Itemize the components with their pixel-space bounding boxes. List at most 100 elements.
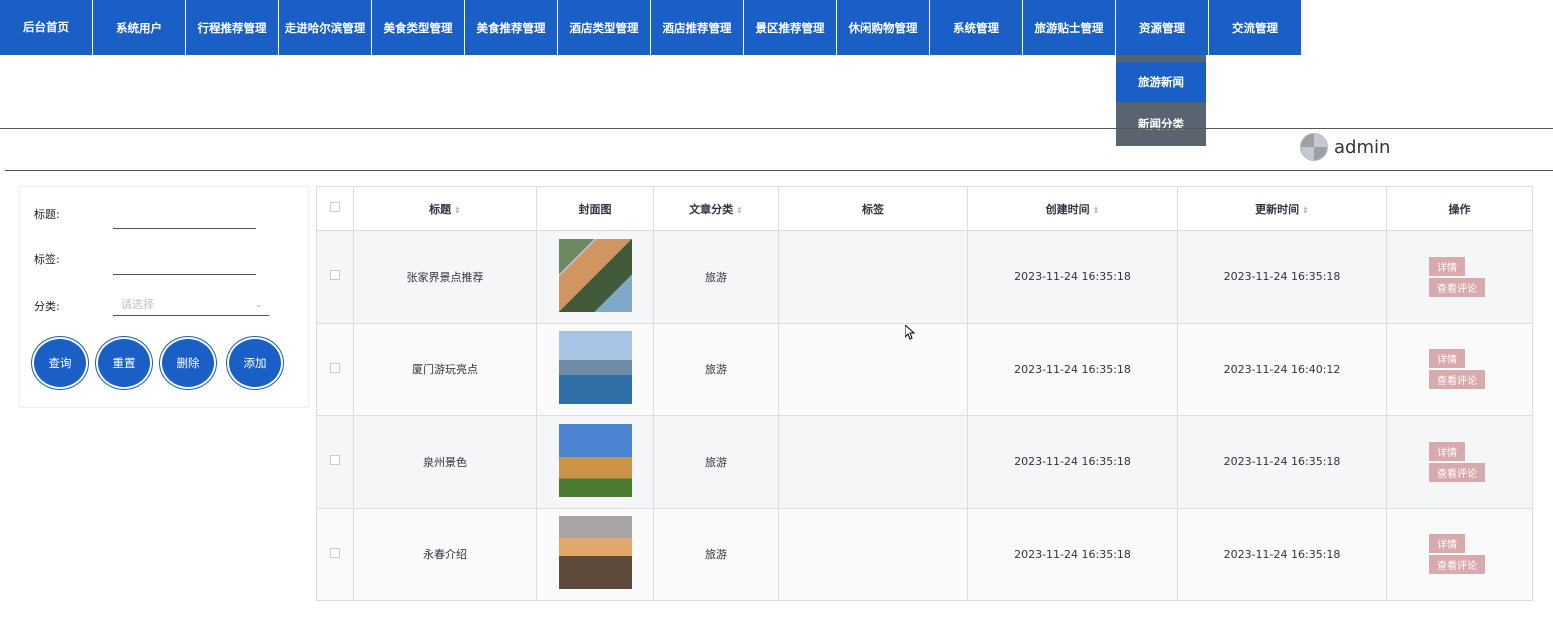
cover-image bbox=[558, 516, 632, 590]
row-select[interactable] bbox=[316, 230, 354, 324]
row-select[interactable] bbox=[316, 322, 354, 416]
nav-travel-tips[interactable]: 旅游贴士管理 bbox=[1023, 0, 1115, 55]
detail-button[interactable]: 详情 bbox=[1429, 256, 1465, 276]
sort-icon[interactable]: ⇕ bbox=[1302, 206, 1309, 215]
header-actions: 操作 bbox=[1386, 186, 1533, 231]
row-actions: 详情 查看评论 bbox=[1386, 322, 1533, 416]
row-updated: 2023-11-24 16:35:18 bbox=[1177, 415, 1387, 509]
row-select[interactable] bbox=[316, 415, 354, 509]
row-title: 厦门游玩亮点 bbox=[353, 322, 537, 416]
nav-home[interactable]: 后台首页 bbox=[0, 0, 92, 55]
sort-icon[interactable]: ⇕ bbox=[1093, 206, 1100, 215]
nav-scenic-recommend[interactable]: 景区推荐管理 bbox=[744, 0, 836, 55]
data-table: 标题 ⇕ 封面图 文章分类 ⇕ 标签 创建时间 ⇕ 更新时间 ⇕ 操作 张家界景点推荐 … bbox=[316, 186, 1533, 601]
cover-image bbox=[558, 331, 632, 405]
row-category: 旅游 bbox=[653, 322, 779, 416]
dropdown-item-travel-news[interactable]: 旅游新闻 bbox=[1116, 62, 1206, 102]
row-select[interactable] bbox=[316, 507, 354, 601]
row-category: 旅游 bbox=[653, 507, 779, 601]
row-created: 2023-11-24 16:35:18 bbox=[967, 415, 1178, 509]
table-row: 张家界景点推荐 旅游 2023-11-24 16:35:18 2023-11-2… bbox=[316, 230, 1533, 324]
select-all-cell[interactable] bbox=[316, 186, 354, 231]
nav-exchange[interactable]: 交流管理 bbox=[1209, 0, 1301, 55]
detail-button[interactable]: 详情 bbox=[1429, 349, 1465, 369]
row-checkbox[interactable] bbox=[330, 362, 340, 373]
row-updated: 2023-11-24 16:35:18 bbox=[1177, 230, 1387, 324]
row-checkbox[interactable] bbox=[330, 270, 340, 281]
chevron-down-icon: ⌄ bbox=[254, 299, 263, 310]
row-title: 泉州景色 bbox=[353, 415, 537, 509]
row-tag bbox=[778, 230, 968, 324]
sort-icon[interactable]: ⇕ bbox=[736, 206, 743, 215]
table-header-row: 标题 ⇕ 封面图 文章分类 ⇕ 标签 创建时间 ⇕ 更新时间 ⇕ 操作 bbox=[316, 186, 1533, 231]
dropdown-cap bbox=[1116, 55, 1206, 62]
row-actions: 详情 查看评论 bbox=[1386, 415, 1533, 509]
row-cover bbox=[536, 230, 654, 324]
detail-button[interactable]: 详情 bbox=[1429, 441, 1465, 461]
table-row: 永春介绍 旅游 2023-11-24 16:35:18 2023-11-24 1… bbox=[316, 507, 1533, 601]
view-comments-button[interactable]: 查看评论 bbox=[1429, 555, 1485, 575]
row-updated: 2023-11-24 16:35:18 bbox=[1177, 507, 1387, 601]
row-created: 2023-11-24 16:35:18 bbox=[967, 322, 1178, 416]
header-created[interactable]: 创建时间 ⇕ bbox=[967, 186, 1178, 231]
nav-system-manage[interactable]: 系统管理 bbox=[930, 0, 1022, 55]
view-comments-button[interactable]: 查看评论 bbox=[1429, 370, 1485, 390]
category-label: 分类: bbox=[34, 300, 60, 313]
cover-image bbox=[558, 238, 632, 312]
select-all-checkbox[interactable] bbox=[330, 202, 340, 212]
row-actions: 详情 查看评论 bbox=[1386, 507, 1533, 601]
nav-resources[interactable]: 资源管理 bbox=[1116, 0, 1208, 55]
row-updated: 2023-11-24 16:40:12 bbox=[1177, 322, 1387, 416]
header-title[interactable]: 标题 ⇕ bbox=[353, 186, 537, 231]
add-button[interactable]: 添加 bbox=[227, 337, 283, 389]
title-input[interactable] bbox=[113, 228, 256, 229]
nav-food-type[interactable]: 美食类型管理 bbox=[372, 0, 464, 55]
header-category[interactable]: 文章分类 ⇕ bbox=[653, 186, 779, 231]
reset-button[interactable]: 重置 bbox=[96, 337, 152, 389]
dropdown-item-news-category[interactable]: 新闻分类 bbox=[1116, 102, 1206, 146]
divider-bottom bbox=[5, 170, 1553, 171]
query-button[interactable]: 查询 bbox=[32, 337, 88, 389]
row-tag bbox=[778, 415, 968, 509]
table-row: 厦门游玩亮点 旅游 2023-11-24 16:35:18 2023-11-24… bbox=[316, 322, 1533, 416]
nav-hotel-type[interactable]: 酒店类型管理 bbox=[558, 0, 650, 55]
row-checkbox[interactable] bbox=[330, 455, 340, 466]
table-row: 泉州景色 旅游 2023-11-24 16:35:18 2023-11-24 1… bbox=[316, 415, 1533, 509]
nav-shopping[interactable]: 休闲购物管理 bbox=[837, 0, 929, 55]
row-tag bbox=[778, 322, 968, 416]
view-comments-button[interactable]: 查看评论 bbox=[1429, 462, 1485, 482]
row-created: 2023-11-24 16:35:18 bbox=[967, 507, 1178, 601]
tag-label: 标签: bbox=[34, 253, 60, 266]
sort-icon[interactable]: ⇕ bbox=[454, 206, 461, 215]
nav-harbin[interactable]: 走进哈尔滨管理 bbox=[279, 0, 371, 55]
detail-button[interactable]: 详情 bbox=[1429, 534, 1465, 554]
nav-itinerary[interactable]: 行程推荐管理 bbox=[186, 0, 278, 55]
row-title: 永春介绍 bbox=[353, 507, 537, 601]
row-created: 2023-11-24 16:35:18 bbox=[967, 230, 1178, 324]
view-comments-button[interactable]: 查看评论 bbox=[1429, 277, 1485, 297]
cover-image bbox=[558, 423, 632, 497]
row-cover bbox=[536, 322, 654, 416]
nav-food-recommend[interactable]: 美食推荐管理 bbox=[465, 0, 557, 55]
row-title: 张家界景点推荐 bbox=[353, 230, 537, 324]
row-actions: 详情 查看评论 bbox=[1386, 230, 1533, 324]
row-cover bbox=[536, 415, 654, 509]
divider-top bbox=[0, 128, 1553, 129]
nav-system-users[interactable]: 系统用户 bbox=[93, 0, 185, 55]
delete-button[interactable]: 删除 bbox=[160, 337, 216, 389]
row-category: 旅游 bbox=[653, 230, 779, 324]
user-info[interactable]: admin bbox=[1300, 133, 1390, 161]
nav-hotel-recommend[interactable]: 酒店推荐管理 bbox=[651, 0, 743, 55]
header-updated[interactable]: 更新时间 ⇕ bbox=[1177, 186, 1387, 231]
category-placeholder: 请选择 bbox=[121, 298, 154, 311]
row-cover bbox=[536, 507, 654, 601]
top-nav: 后台首页 系统用户 行程推荐管理 走进哈尔滨管理 美食类型管理 美食推荐管理 酒… bbox=[0, 0, 1302, 55]
username[interactable]: admin bbox=[1334, 137, 1390, 158]
header-cover: 封面图 bbox=[536, 186, 654, 231]
row-checkbox[interactable] bbox=[330, 547, 340, 558]
avatar[interactable] bbox=[1300, 133, 1328, 161]
title-label: 标题: bbox=[34, 208, 60, 221]
resources-dropdown: 旅游新闻 新闻分类 bbox=[1116, 55, 1206, 146]
tag-input[interactable] bbox=[113, 274, 256, 275]
category-select[interactable]: 请选择 ⌄ bbox=[113, 294, 269, 316]
